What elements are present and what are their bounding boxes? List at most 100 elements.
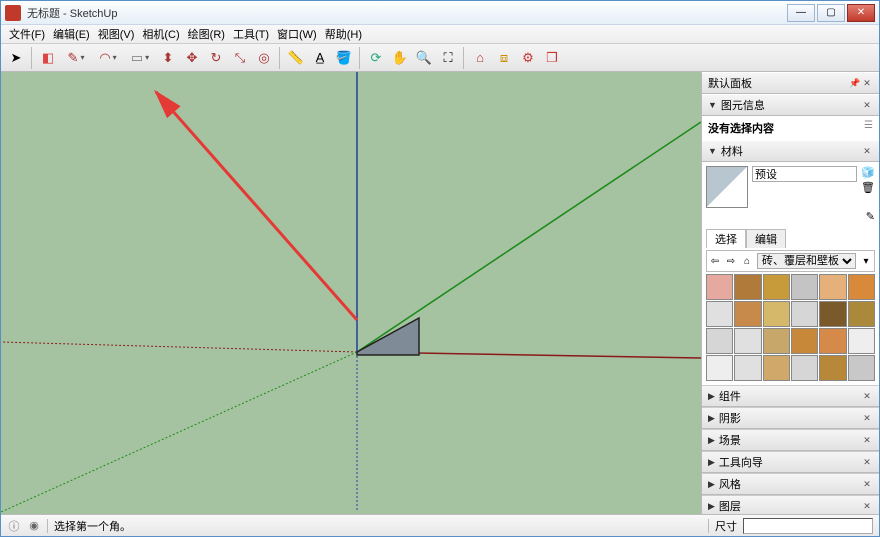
tool-line[interactable]: ✎ — [61, 47, 91, 69]
tool-extension-3[interactable]: ❒ — [541, 47, 563, 69]
tray-title[interactable]: 默认面板 📌 ✕ — [702, 72, 879, 94]
tool-tape[interactable]: 📏 — [285, 47, 307, 69]
axes-overlay — [1, 72, 701, 512]
material-swatch[interactable] — [706, 301, 733, 327]
material-swatch[interactable] — [848, 301, 875, 327]
material-name-input[interactable] — [752, 166, 857, 182]
close-icon[interactable]: ✕ — [861, 77, 873, 89]
close-icon[interactable]: ✕ — [861, 99, 873, 111]
collapsed-panel-header[interactable]: ▶场景✕ — [702, 429, 879, 451]
material-swatch[interactable] — [819, 355, 846, 381]
material-swatch[interactable] — [819, 328, 846, 354]
tool-arc[interactable]: ◠ — [93, 47, 123, 69]
nav-forward-icon[interactable]: ⇨ — [725, 254, 737, 268]
dimension-input[interactable] — [743, 518, 873, 534]
close-icon[interactable]: ✕ — [861, 434, 873, 446]
tool-text[interactable]: A̲ — [309, 47, 331, 69]
tool-select[interactable]: ➤ — [5, 47, 27, 69]
tool-paint[interactable]: 🪣 — [333, 47, 355, 69]
tool-scale[interactable]: ⤡ — [229, 47, 251, 69]
material-swatch[interactable] — [791, 328, 818, 354]
tool-shapes[interactable]: ▭ — [125, 47, 155, 69]
materials-tab-select[interactable]: 选择 — [706, 229, 746, 248]
tool-eraser[interactable]: ◧ — [37, 47, 59, 69]
pin-icon[interactable]: 📌 — [849, 77, 861, 89]
nav-back-icon[interactable]: ⇦ — [709, 254, 721, 268]
close-icon[interactable]: ✕ — [861, 390, 873, 402]
rotate-icon: ↻ — [211, 50, 222, 66]
collapsed-panel-header[interactable]: ▶工具向导✕ — [702, 451, 879, 473]
tool-warehouse[interactable]: ⌂ — [469, 47, 491, 69]
material-swatch[interactable] — [848, 355, 875, 381]
create-material-icon[interactable]: 🧊 — [861, 166, 875, 179]
menu-view[interactable]: 视图(V) — [94, 25, 139, 43]
collapsed-panel-header[interactable]: ▶阴影✕ — [702, 407, 879, 429]
material-swatch[interactable] — [819, 301, 846, 327]
material-category-select[interactable]: 砖、覆层和壁板 — [757, 253, 856, 269]
menu-window[interactable]: 窗口(W) — [273, 25, 321, 43]
tool-rotate[interactable]: ↻ — [205, 47, 227, 69]
maximize-button[interactable]: ▢ — [817, 4, 845, 22]
close-button[interactable]: ✕ — [847, 4, 875, 22]
menu-camera[interactable]: 相机(C) — [138, 25, 183, 43]
minimize-button[interactable]: — — [787, 4, 815, 22]
material-swatch[interactable] — [819, 274, 846, 300]
menu-draw[interactable]: 绘图(R) — [184, 25, 229, 43]
material-swatch[interactable] — [734, 301, 761, 327]
entity-info-settings-icon[interactable]: ☰ — [864, 120, 873, 131]
eyedropper-icon[interactable]: ✎ — [866, 211, 875, 223]
material-swatch[interactable] — [763, 274, 790, 300]
material-swatch[interactable] — [734, 274, 761, 300]
offset-icon: ◎ — [258, 50, 269, 66]
material-swatch[interactable] — [763, 355, 790, 381]
orbit-icon: ⟳ — [371, 50, 382, 66]
status-separator — [708, 519, 709, 533]
rectangle-icon: ▭ — [131, 50, 143, 66]
close-icon[interactable]: ✕ — [861, 456, 873, 468]
close-icon[interactable]: ✕ — [861, 500, 873, 512]
material-swatch[interactable] — [791, 301, 818, 327]
material-swatch[interactable] — [706, 355, 733, 381]
material-swatch[interactable] — [734, 328, 761, 354]
material-swatch[interactable] — [763, 301, 790, 327]
collapsed-panel-header[interactable]: ▶组件✕ — [702, 385, 879, 407]
material-swatch[interactable] — [848, 274, 875, 300]
material-swatch[interactable] — [791, 274, 818, 300]
panel-entity-info-header[interactable]: ▼ 图元信息 ✕ — [702, 94, 879, 116]
collapsed-panel-header[interactable]: ▶风格✕ — [702, 473, 879, 495]
tool-zoom-extents[interactable]: ⛶ — [437, 47, 459, 69]
close-icon[interactable]: ✕ — [861, 412, 873, 424]
status-info-icon[interactable]: ⓘ — [7, 519, 21, 533]
close-icon[interactable]: ✕ — [861, 145, 873, 157]
close-icon[interactable]: ✕ — [861, 478, 873, 490]
tool-offset[interactable]: ◎ — [253, 47, 275, 69]
panel-materials-header[interactable]: ▼ 材料 ✕ — [702, 140, 879, 162]
tool-orbit[interactable]: ⟳ — [365, 47, 387, 69]
chevron-down-icon: ▼ — [708, 100, 717, 110]
nav-menu-icon[interactable]: ▾ — [860, 254, 872, 268]
status-user-icon[interactable]: ◉ — [27, 519, 41, 533]
nav-home-icon[interactable]: ⌂ — [741, 254, 753, 268]
collapsed-panel-header[interactable]: ▶图层✕ — [702, 495, 879, 514]
material-swatch[interactable] — [791, 355, 818, 381]
tool-move[interactable]: ✥ — [181, 47, 203, 69]
viewport-3d[interactable] — [1, 72, 701, 514]
menu-edit[interactable]: 编辑(E) — [49, 25, 94, 43]
tool-pushpull[interactable]: ⬍ — [157, 47, 179, 69]
default-material-icon[interactable]: 🗑 — [861, 181, 875, 194]
menu-file[interactable]: 文件(F) — [5, 25, 49, 43]
materials-tab-edit[interactable]: 编辑 — [746, 229, 786, 248]
tool-extension-1[interactable]: ⧈ — [493, 47, 515, 69]
tool-extension-2[interactable]: ⚙ — [517, 47, 539, 69]
tool-pan[interactable]: ✋ — [389, 47, 411, 69]
tool-zoom[interactable]: 🔍 — [413, 47, 435, 69]
menu-help[interactable]: 帮助(H) — [321, 25, 366, 43]
material-swatch[interactable] — [848, 328, 875, 354]
menu-tools[interactable]: 工具(T) — [229, 25, 273, 43]
material-swatch[interactable] — [763, 328, 790, 354]
material-swatch[interactable] — [706, 328, 733, 354]
material-swatch[interactable] — [706, 274, 733, 300]
material-swatch[interactable] — [734, 355, 761, 381]
collapsed-panel-label: 工具向导 — [719, 454, 763, 470]
material-preview[interactable] — [706, 166, 748, 208]
